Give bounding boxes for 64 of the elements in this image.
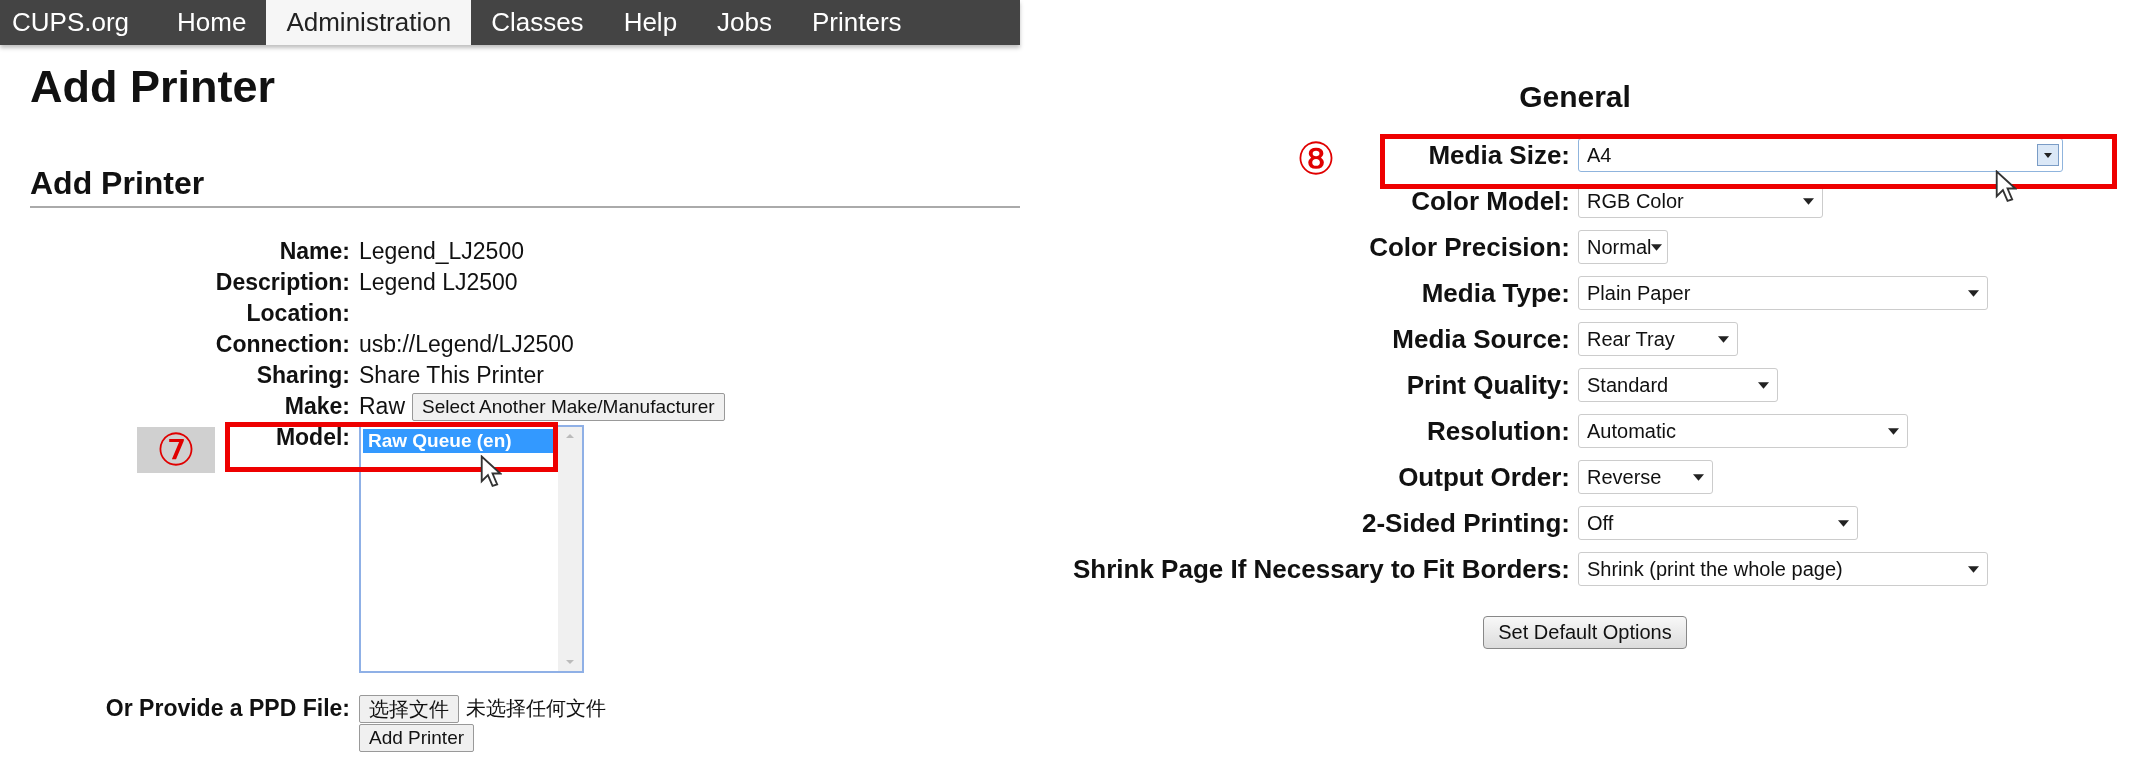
caret-icon (2037, 144, 2059, 166)
nav-tab[interactable]: Classes (471, 0, 604, 45)
field-label: Sharing: (256, 361, 350, 391)
option-label: Color Precision: (1369, 231, 1570, 263)
caret-icon (1803, 197, 1814, 205)
option-label: Color Model: (1411, 185, 1570, 217)
option-label: Media Type: (1421, 277, 1570, 309)
caret-icon (1968, 565, 1979, 573)
nav-tab[interactable]: Administration (266, 0, 472, 45)
dropdown[interactable]: Automatic (1578, 414, 1908, 448)
field-value: Raw (359, 392, 405, 422)
field-label: Model: (275, 423, 350, 453)
choose-file-button[interactable]: 选择文件 (359, 694, 459, 723)
dropdown[interactable]: Standard (1578, 368, 1778, 402)
option-label: Output Order: (1398, 461, 1570, 493)
field-label: Location: (246, 299, 350, 329)
step-number: ⑧ (1295, 136, 1337, 182)
caret-icon (1888, 427, 1899, 435)
scrollbar[interactable] (558, 427, 582, 672)
cursor-icon (480, 455, 502, 489)
caret-icon (1718, 335, 1729, 343)
option-label: Resolution: (1427, 415, 1570, 447)
section-title: General (1518, 80, 1632, 114)
field-label: Name: (279, 237, 350, 267)
field-value: Legend LJ2500 (359, 268, 519, 298)
field-label: Make: (284, 392, 350, 422)
select-make-button[interactable]: Select Another Make/Manufacturer (412, 392, 725, 421)
field-value: Share This Printer (359, 361, 545, 391)
dropdown[interactable]: Normal (1578, 230, 1668, 264)
file-status: 未选择任何文件 (466, 696, 606, 722)
step-number: ⑦ (137, 427, 215, 473)
caret-icon (1758, 381, 1769, 389)
caret-icon (1693, 473, 1704, 481)
field-label: Or Provide a PPD File: (105, 694, 350, 724)
option-label: Shrink Page If Necessary to Fit Borders: (1072, 553, 1570, 585)
scroll-up-icon[interactable] (565, 433, 575, 440)
scroll-down-icon[interactable] (565, 659, 575, 666)
caret-icon (1838, 519, 1849, 527)
dropdown[interactable]: Off (1578, 506, 1858, 540)
dropdown[interactable]: Reverse (1578, 460, 1713, 494)
option-label: Print Quality: (1406, 369, 1570, 401)
nav-tab[interactable]: Home (157, 0, 267, 45)
page-title: Add Printer (30, 60, 277, 114)
option-label: Media Source: (1392, 323, 1570, 355)
nav-tab[interactable]: CUPS.org (0, 0, 158, 45)
set-default-options-button[interactable]: Set Default Options (1483, 616, 1687, 649)
field-label: Connection: (215, 330, 350, 360)
dropdown[interactable]: Shrink (print the whole page) (1578, 552, 1988, 586)
nav-tab[interactable]: Printers (792, 0, 922, 45)
option-label: Media Size: (1428, 139, 1570, 171)
add-printer-button[interactable]: Add Printer (359, 724, 475, 753)
nav-tab[interactable]: Help (603, 0, 698, 45)
caret-icon (1651, 243, 1663, 251)
nav-tab[interactable]: Jobs (697, 0, 793, 45)
section-title: Add Printer (30, 164, 1020, 209)
field-value: Legend_LJ2500 (359, 237, 525, 267)
dropdown[interactable]: A4 (1578, 138, 2063, 172)
field-value: usb://Legend/LJ2500 (359, 330, 575, 360)
cursor-icon (1995, 170, 2017, 204)
dropdown[interactable]: Rear Tray (1578, 322, 1738, 356)
dropdown[interactable]: Plain Paper (1578, 276, 1988, 310)
field-label: Description: (215, 268, 350, 298)
option-label: 2-Sided Printing: (1362, 507, 1570, 539)
caret-icon (1968, 289, 1979, 297)
